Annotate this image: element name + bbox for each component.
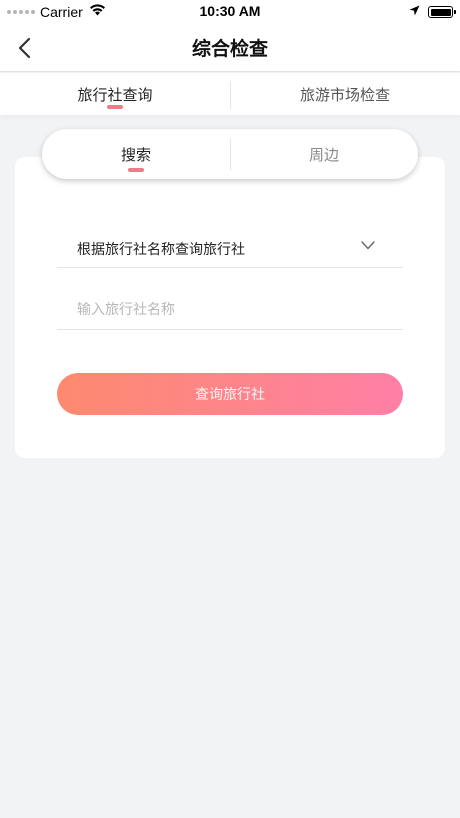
tab-market-inspection[interactable]: 旅游市场检查 [230,73,460,115]
tab-agency-query[interactable]: 旅行社查询 [0,73,230,115]
query-agency-button[interactable]: 查询旅行社 [57,373,403,415]
status-bar: Carrier 10:30 AM [0,0,460,24]
tab-label: 旅游市场检查 [299,85,390,104]
segment-nearby[interactable]: 周边 [230,129,418,179]
tab-label: 旅行社查询 [77,85,153,104]
nav-bar: 综合检查 [0,24,460,72]
battery-icon [428,6,456,18]
segment-control: 搜索 周边 [42,129,418,179]
location-arrow-icon [409,4,420,20]
segment-search[interactable]: 搜索 [42,129,230,179]
top-tabs: 旅行社查询 旅游市场检查 [0,73,460,115]
segment-label: 搜索 [120,145,151,164]
search-type-select[interactable]: 根据旅行社名称查询旅行社 [57,227,403,268]
status-time: 10:30 AM [199,3,261,19]
agency-name-input[interactable] [57,290,403,330]
search-type-value: 根据旅行社名称查询旅行社 [77,242,245,258]
status-right [409,4,456,20]
page-title: 综合检查 [191,38,268,60]
active-segment-indicator [128,168,144,172]
segment-label: 周边 [308,145,339,164]
chevron-down-icon [361,241,375,250]
active-tab-indicator [107,105,123,109]
